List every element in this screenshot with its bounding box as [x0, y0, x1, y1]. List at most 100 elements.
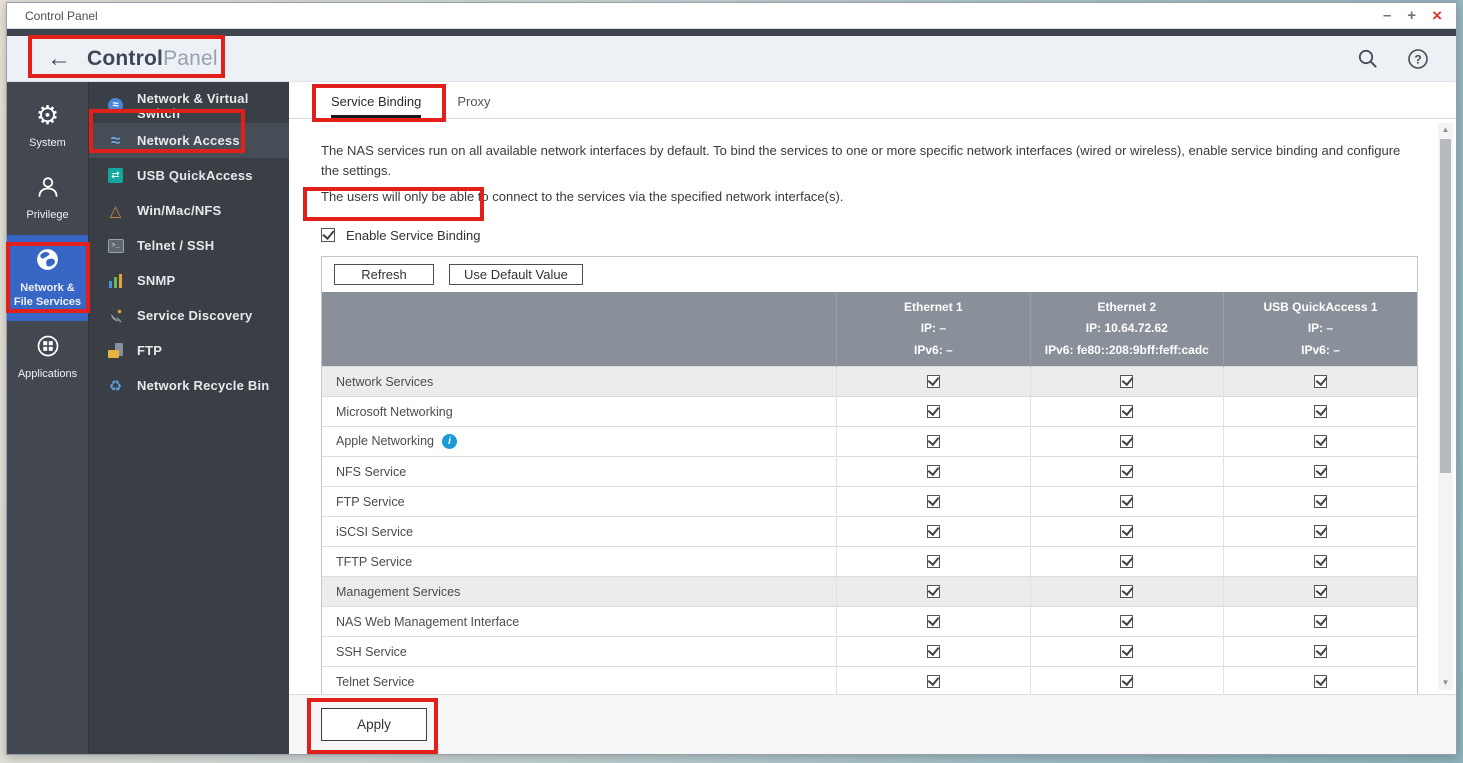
help-icon[interactable]: ?	[1406, 47, 1430, 71]
binding-checkbox[interactable]	[927, 375, 940, 388]
binding-checkbox[interactable]	[1120, 555, 1133, 568]
binding-checkbox[interactable]	[927, 405, 940, 418]
binding-checkbox[interactable]	[927, 495, 940, 508]
page-title-bold: Control	[87, 47, 163, 70]
search-icon[interactable]	[1356, 47, 1380, 71]
refresh-button[interactable]: Refresh	[334, 264, 434, 285]
subnav-item-usb-quickaccess[interactable]: ⇄ USB QuickAccess	[89, 158, 289, 193]
subnav-item-network-access[interactable]: ≈ Network Access	[89, 123, 289, 158]
apply-button[interactable]: Apply	[321, 708, 427, 741]
rail-item-applications[interactable]: Applications	[7, 321, 88, 393]
binding-checkbox[interactable]	[927, 585, 940, 598]
binding-checkbox[interactable]	[1314, 585, 1327, 598]
network-recycle-bin-icon: ♻	[107, 378, 124, 394]
back-arrow-icon[interactable]: ←	[47, 47, 71, 71]
binding-checkbox[interactable]	[927, 465, 940, 478]
close-button[interactable]: ×	[1432, 7, 1442, 24]
scroll-down-icon[interactable]: ▼	[1442, 676, 1450, 690]
ftp-icon	[108, 343, 124, 359]
rail-item-network-file-services[interactable]: Network & File Services	[7, 235, 88, 322]
subnav-item-telnet-ssh[interactable]: >_ Telnet / SSH	[89, 228, 289, 263]
telnet-ssh-icon: >_	[108, 239, 124, 253]
category-rail: ⚙ System Privilege Network & File Servic…	[7, 82, 89, 754]
binding-checkbox[interactable]	[1120, 525, 1133, 538]
person-icon	[35, 173, 61, 201]
rail-item-label: Privilege	[26, 208, 68, 222]
binding-checkbox[interactable]	[1314, 615, 1327, 628]
vertical-scrollbar[interactable]: ▲ ▼	[1438, 123, 1453, 690]
subnav-item-label: Network Access	[137, 133, 240, 148]
binding-checkbox[interactable]	[1314, 405, 1327, 418]
rail-item-system[interactable]: ⚙ System	[7, 90, 88, 162]
scrollbar-thumb[interactable]	[1440, 139, 1451, 473]
page-title-light: Panel	[163, 47, 218, 70]
binding-checkbox[interactable]	[1120, 465, 1133, 478]
binding-checkbox[interactable]	[1314, 555, 1327, 568]
table-group-row: Management Services	[322, 577, 1417, 607]
subnav-item-label: Network Recycle Bin	[137, 378, 269, 393]
binding-checkbox[interactable]	[927, 615, 940, 628]
binding-checkbox[interactable]	[1314, 465, 1327, 478]
info-icon[interactable]: i	[442, 434, 457, 449]
service-label: Network Services	[336, 375, 433, 389]
interface-ipv6: IPv6: –	[841, 340, 1025, 362]
binding-checkbox[interactable]	[927, 525, 940, 538]
scroll-up-icon[interactable]: ▲	[1442, 123, 1450, 137]
table-row: Apple Networking i	[322, 427, 1417, 457]
subnav-item-network-virtual-switch[interactable]: ≈ Network & Virtual Switch	[89, 88, 289, 123]
binding-checkbox[interactable]	[1314, 435, 1327, 448]
binding-checkbox[interactable]	[1120, 675, 1133, 688]
table-row: FTP Service	[322, 487, 1417, 517]
table-header-ethernet-2: Ethernet 2 IP: 10.64.72.62 IPv6: fe80::2…	[1030, 292, 1223, 367]
table-header-usb-quickaccess-1: USB QuickAccess 1 IP: – IPv6: –	[1224, 292, 1417, 367]
binding-checkbox[interactable]	[927, 645, 940, 658]
gear-icon: ⚙	[36, 101, 59, 129]
binding-checkbox[interactable]	[1314, 675, 1327, 688]
rail-item-privilege[interactable]: Privilege	[7, 162, 88, 234]
description-line-1: The NAS services run on all available ne…	[321, 141, 1418, 180]
network-virtual-switch-icon: ≈	[108, 98, 123, 113]
app-grid-icon	[35, 332, 61, 360]
binding-checkbox[interactable]	[1120, 435, 1133, 448]
binding-checkbox[interactable]	[1120, 615, 1133, 628]
control-panel-window: Control Panel – + × ← ControlPanel ?	[6, 2, 1457, 755]
subnav-item-label: Service Discovery	[137, 308, 252, 323]
service-label: Apple Networking	[336, 434, 434, 448]
subnav-item-win-mac-nfs[interactable]: △ Win/Mac/NFS	[89, 193, 289, 228]
binding-checkbox[interactable]	[1120, 495, 1133, 508]
usb-quickaccess-icon: ⇄	[108, 168, 123, 183]
binding-checkbox[interactable]	[927, 555, 940, 568]
maximize-button[interactable]: +	[1407, 8, 1416, 23]
snmp-icon	[109, 273, 122, 288]
binding-checkbox[interactable]	[1120, 645, 1133, 658]
app-header: ← ControlPanel ?	[7, 36, 1456, 82]
enable-service-binding-label: Enable Service Binding	[346, 228, 480, 243]
binding-checkbox[interactable]	[1120, 585, 1133, 598]
binding-checkbox[interactable]	[1314, 525, 1327, 538]
service-label: Telnet Service	[336, 675, 415, 689]
binding-checkbox[interactable]	[1314, 495, 1327, 508]
binding-checkbox[interactable]	[1314, 375, 1327, 388]
binding-checkbox[interactable]	[927, 435, 940, 448]
table-header-empty	[322, 292, 837, 367]
subnav-item-label: Network & Virtual Switch	[137, 91, 289, 121]
binding-checkbox[interactable]	[1120, 405, 1133, 418]
subnav-item-service-discovery[interactable]: Service Discovery	[89, 298, 289, 333]
tab-proxy[interactable]: Proxy	[457, 94, 490, 118]
binding-checkbox[interactable]	[1120, 375, 1133, 388]
binding-checkbox[interactable]	[1314, 645, 1327, 658]
globe-icon	[34, 246, 61, 274]
binding-checkbox[interactable]	[927, 675, 940, 688]
service-label: Microsoft Networking	[336, 405, 453, 419]
service-label: Management Services	[336, 585, 460, 599]
table-row: Microsoft Networking	[322, 397, 1417, 427]
binding-table-body: Network Services Microsoft Networking Appl…	[322, 367, 1417, 694]
enable-service-binding-checkbox[interactable]	[321, 228, 335, 242]
subnav-item-snmp[interactable]: SNMP	[89, 263, 289, 298]
subnav-item-ftp[interactable]: FTP	[89, 333, 289, 368]
subnav-item-network-recycle-bin[interactable]: ♻ Network Recycle Bin	[89, 368, 289, 403]
minimize-button[interactable]: –	[1383, 8, 1391, 23]
scrollbar-track[interactable]	[1440, 137, 1451, 676]
tab-service-binding[interactable]: Service Binding	[331, 94, 421, 118]
use-default-value-button[interactable]: Use Default Value	[449, 264, 583, 285]
